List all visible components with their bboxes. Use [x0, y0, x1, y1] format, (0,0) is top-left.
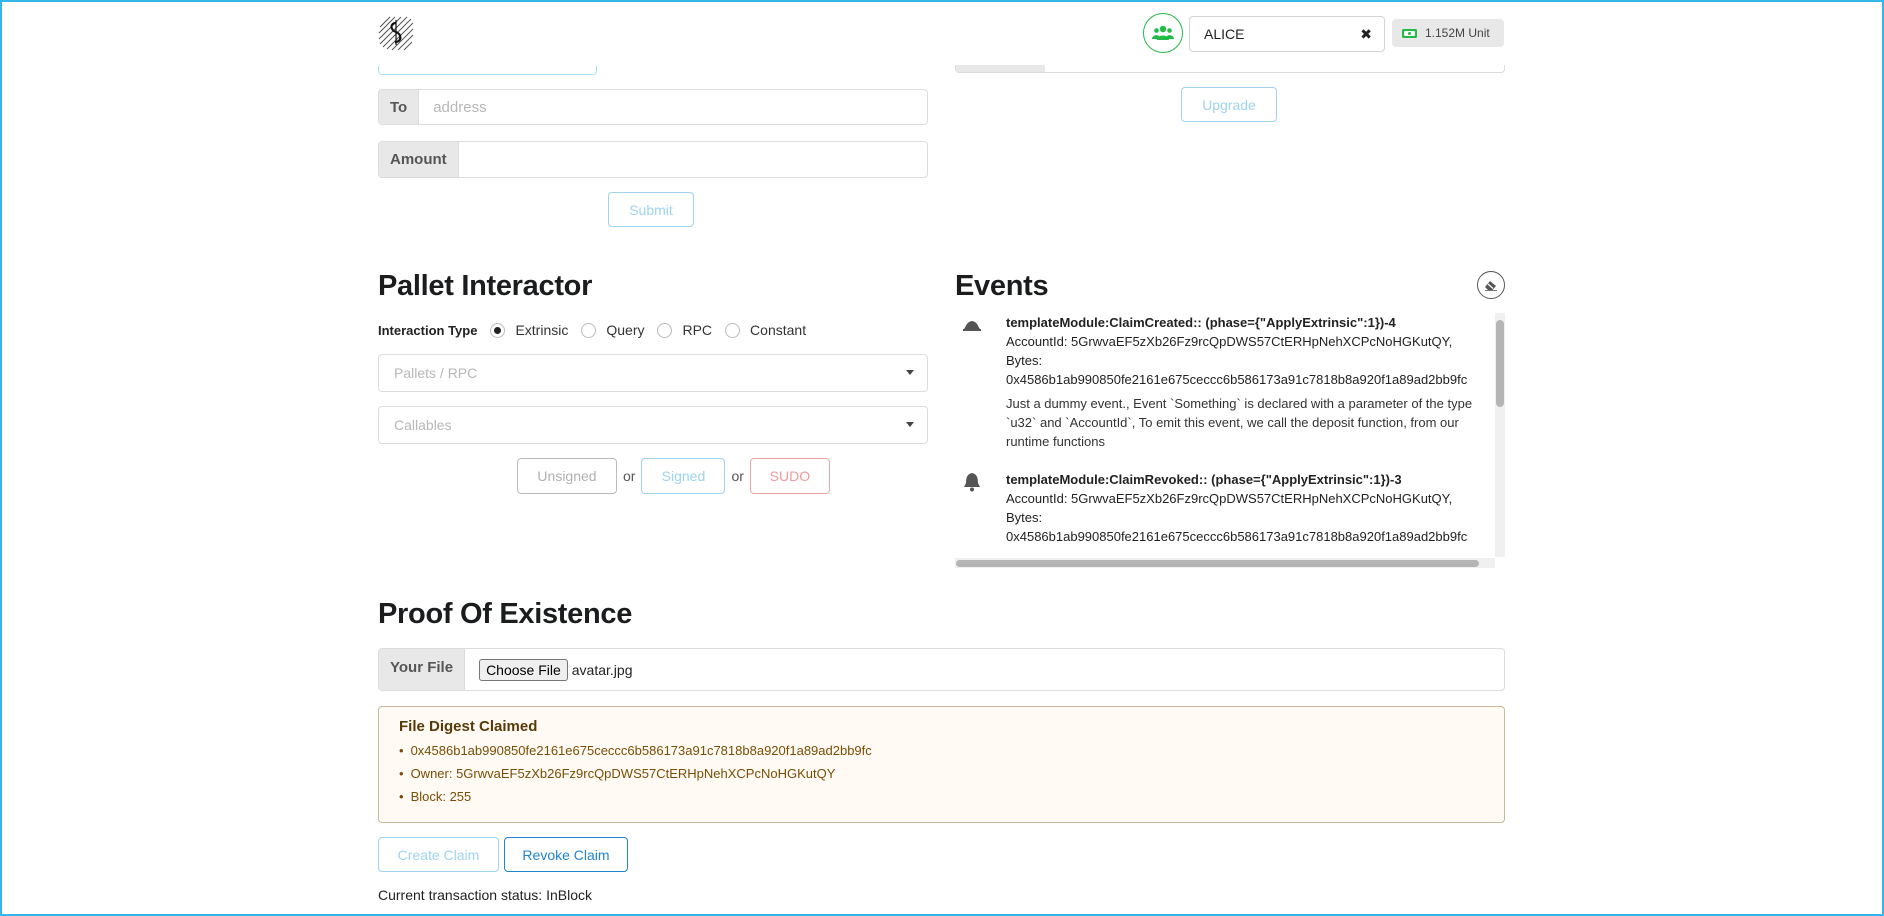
- file-field: Your File Choose File avatar.jpg: [378, 648, 1505, 691]
- balance-label: 1.152M Unit: [1392, 19, 1504, 47]
- events-feed[interactable]: templateModule:ClaimCreated:: (phase={"A…: [955, 313, 1505, 568]
- eraser-icon: [1485, 281, 1497, 291]
- callables-dropdown[interactable]: Callables: [378, 406, 928, 444]
- money-icon: [1402, 28, 1417, 38]
- amount-input[interactable]: [458, 142, 927, 177]
- claim-block: Block: 255: [399, 785, 1484, 808]
- to-field: To: [378, 89, 928, 125]
- radio-constant-dot[interactable]: [725, 322, 741, 338]
- file-name: avatar.jpg: [571, 661, 633, 678]
- pallet-interactor-title: Pallet Interactor: [378, 270, 593, 302]
- event-title: templateModule:ClaimCreated:: (phase={"A…: [1006, 315, 1396, 330]
- radio-query[interactable]: Query: [581, 322, 644, 338]
- radio-rpc[interactable]: RPC: [657, 322, 712, 338]
- amount-field: Amount: [378, 141, 928, 178]
- account-selector[interactable]: ALICE ✖: [1189, 16, 1385, 52]
- radio-query-label: Query: [606, 322, 645, 338]
- horizontal-scroll-thumb[interactable]: [956, 560, 1479, 567]
- event-bytes: 0x4586b1ab990850fe2161e675ceccc6b586173a…: [1006, 372, 1468, 387]
- submit-button[interactable]: Submit: [608, 192, 694, 227]
- scrolled-upgrade-input-edge: [955, 65, 1505, 73]
- event-bytes-label: Bytes:: [1006, 353, 1043, 368]
- event-bytes-label: Bytes:: [1006, 510, 1043, 525]
- radio-extrinsic-dot[interactable]: [490, 322, 506, 338]
- vertical-scroll-thumb[interactable]: [1496, 320, 1504, 407]
- claim-digest: 0x4586b1ab990850fe2161e675ceccc6b586173a…: [399, 739, 1484, 762]
- claim-heading: File Digest Claimed: [399, 718, 538, 735]
- choose-file-button[interactable]: Choose File: [479, 658, 568, 681]
- signing-button-group: Unsigned or Signed or SUDO: [517, 458, 830, 494]
- balance-value: 1.152M Unit: [1425, 26, 1490, 40]
- account-name: ALICE: [1204, 26, 1245, 42]
- radio-extrinsic[interactable]: Extrinsic: [490, 322, 568, 338]
- or-divider: or: [623, 468, 636, 484]
- interaction-type-row: Interaction Type Extrinsic Query RPC Con…: [378, 320, 819, 340]
- transaction-status: Current transaction status: InBlock: [378, 887, 592, 903]
- radio-constant[interactable]: Constant: [725, 322, 806, 338]
- vertical-scrollbar[interactable]: [1495, 313, 1505, 557]
- unsigned-button[interactable]: Unsigned: [517, 458, 617, 494]
- radio-constant-label: Constant: [750, 322, 807, 338]
- app-logo: [376, 15, 416, 53]
- interaction-type-label: Interaction Type: [378, 322, 478, 338]
- clear-events-button[interactable]: [1477, 271, 1505, 299]
- create-claim-button[interactable]: Create Claim: [378, 837, 499, 872]
- event-bytes: 0x4586b1ab990850fe2161e675ceccc6b586173a…: [1006, 529, 1468, 544]
- radio-extrinsic-label: Extrinsic: [515, 322, 569, 338]
- pallets-placeholder: Pallets / RPC: [394, 365, 478, 381]
- event-title: templateModule:ClaimRevoked:: (phase={"A…: [1006, 472, 1402, 487]
- substrate-logo-icon: [378, 16, 414, 51]
- clear-icon[interactable]: ✖: [1360, 26, 1372, 43]
- to-label: To: [379, 90, 420, 124]
- sudo-button[interactable]: SUDO: [749, 458, 830, 494]
- chevron-down-icon: [906, 422, 914, 427]
- event-account: AccountId: 5GrwvaEF5zXb26Fz9rcQpDWS57CtE…: [1006, 334, 1453, 349]
- to-address-input[interactable]: [419, 90, 927, 124]
- proof-of-existence-title: Proof Of Existence: [378, 598, 633, 630]
- users-button[interactable]: [1143, 13, 1183, 53]
- chevron-down-icon: [906, 370, 914, 375]
- bell-icon: [963, 321, 981, 331]
- bell-icon: [964, 473, 980, 492]
- revoke-claim-button[interactable]: Revoke Claim: [504, 837, 628, 872]
- your-file-label: Your File: [379, 649, 466, 690]
- horizontal-scrollbar[interactable]: [955, 558, 1495, 568]
- amount-label: Amount: [379, 142, 459, 177]
- event-account: AccountId: 5GrwvaEF5zXb26Fz9rcQpDWS57CtE…: [1006, 491, 1453, 506]
- events-title: Events: [955, 270, 1049, 302]
- radio-rpc-dot[interactable]: [657, 322, 673, 338]
- upgrade-button[interactable]: Upgrade: [1181, 87, 1277, 122]
- radio-query-dot[interactable]: [581, 322, 597, 338]
- pallets-dropdown[interactable]: Pallets / RPC: [378, 354, 928, 392]
- claim-owner: Owner: 5GrwvaEF5zXb26Fz9rcQpDWS57CtERHpN…: [399, 762, 1484, 785]
- radio-rpc-label: RPC: [682, 322, 713, 338]
- claim-message: File Digest Claimed 0x4586b1ab990850fe21…: [378, 706, 1505, 823]
- callables-placeholder: Callables: [394, 417, 452, 433]
- signed-button[interactable]: Signed: [641, 458, 726, 494]
- scrolled-input-edge: [378, 66, 597, 75]
- or-divider: or: [731, 468, 744, 484]
- users-icon: [1152, 25, 1174, 40]
- event-description: Just a dummy event., Event `Something` i…: [1006, 396, 1473, 449]
